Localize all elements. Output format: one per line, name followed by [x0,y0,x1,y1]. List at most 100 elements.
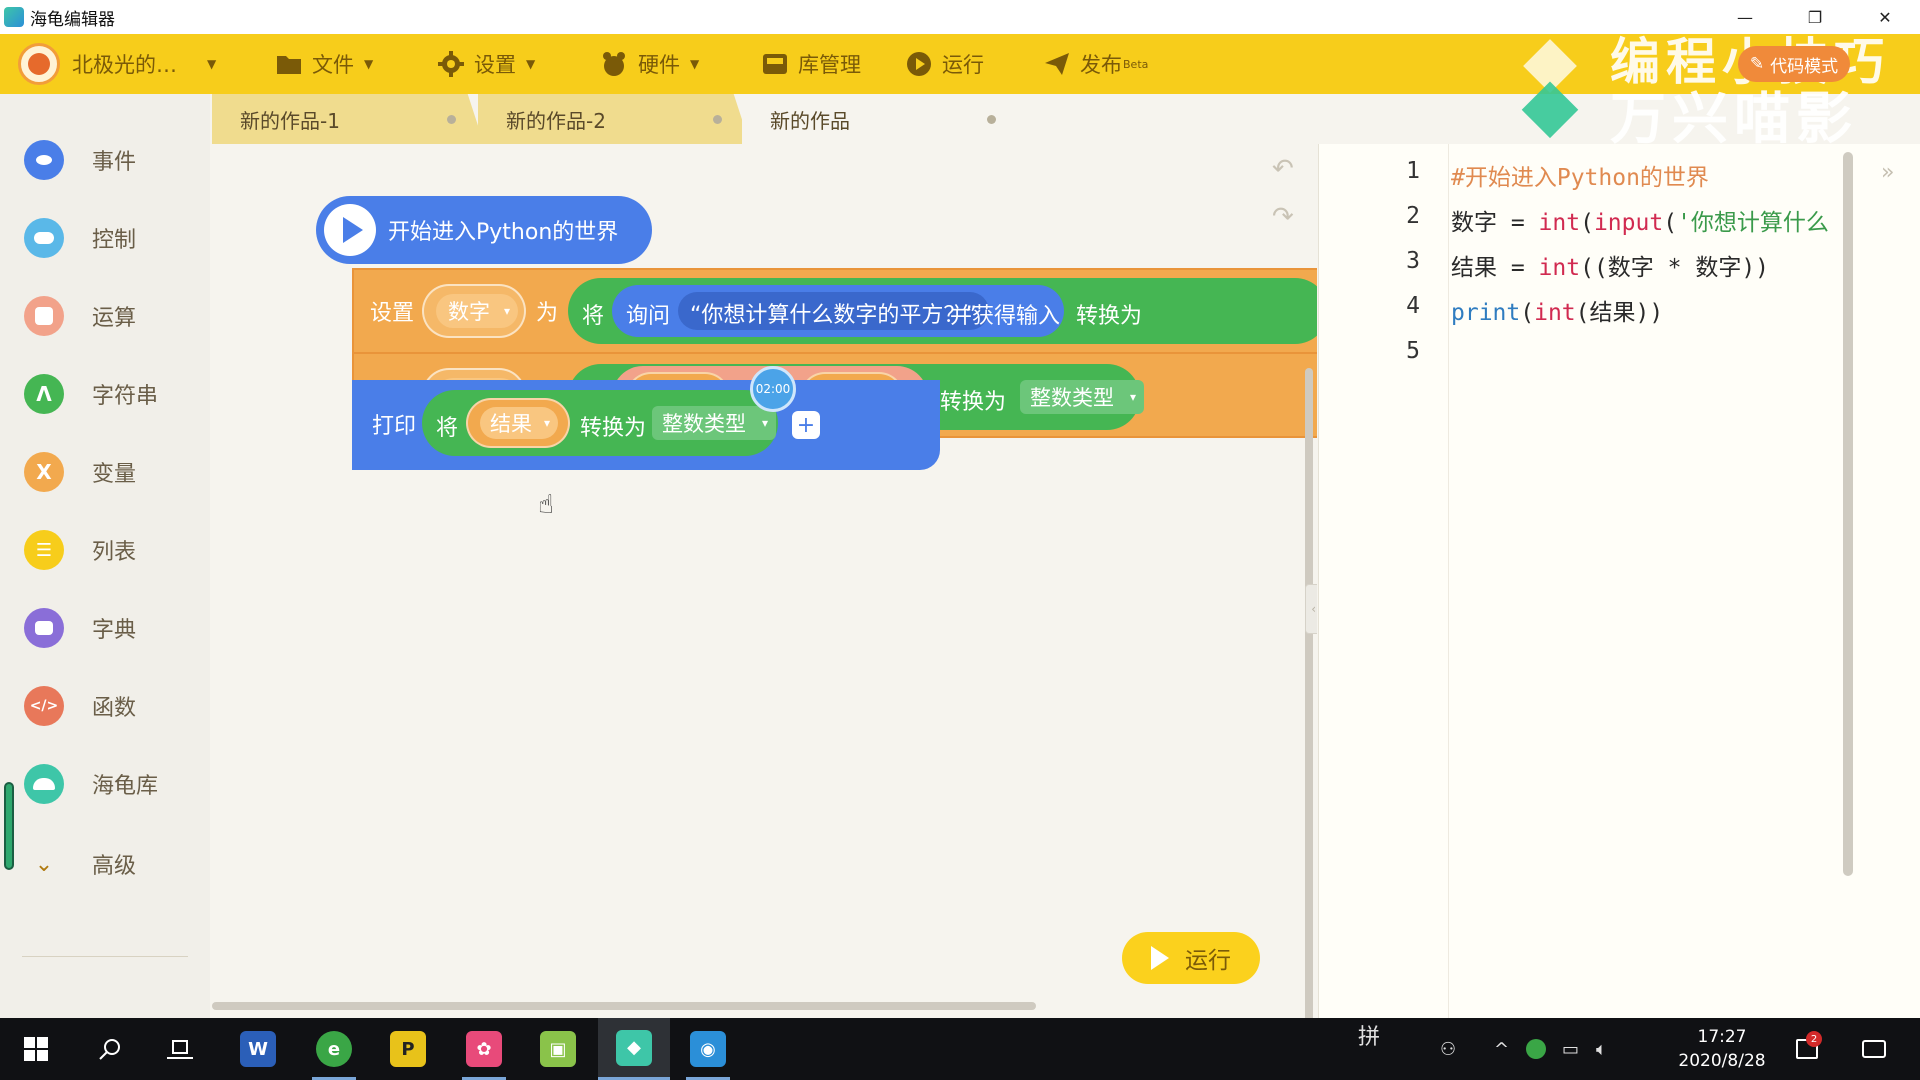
variable-reporter[interactable]: 结果 [466,398,570,448]
taskbar-app-recorder[interactable]: ◉ [672,1018,744,1080]
sidebar-item-dictionary[interactable]: 字典 [0,598,210,658]
start-button[interactable] [14,1018,58,1080]
settings-menu-label: 设置 [474,53,516,77]
app-logo-icon [4,7,24,27]
play-icon [324,204,376,256]
run-menu-button[interactable]: 运行 [906,34,984,94]
window-controls: — ❐ ✕ [1710,0,1920,34]
tab-current-project[interactable]: 新的作品 [742,94,1038,144]
block-workspace[interactable]: ↶ ↷ 开始进入Python的世界 设置 数字 为 将 询问 “你想计算什么数字… [212,144,1317,1018]
minimize-button[interactable]: — [1710,0,1780,34]
window-title: 海龟编辑器 [30,9,115,30]
restore-button[interactable]: ❐ [1780,0,1850,34]
variable-dropdown[interactable]: 数字 [422,284,526,338]
sidebar-divider [22,956,188,957]
taskbar-app-folder[interactable]: ▣ [522,1018,594,1080]
paper-plane-icon [1044,52,1070,76]
battery-icon[interactable]: ▭ [1562,1018,1579,1080]
print-block[interactable]: 打印 将 结果 转换为 整数类型 + [352,380,940,470]
sidebar-item-advanced[interactable]: ⌄ 高级 [0,834,210,894]
code-vertical-scrollbar[interactable] [1843,152,1853,876]
line-number: 3 [1406,248,1420,274]
expand-panel-icon[interactable]: » [1881,160,1894,185]
windows-icon [24,1037,48,1061]
code-line-1[interactable]: #开始进入Python的世界 [1451,158,1709,192]
sidebar-item-variables[interactable]: X 变量 [0,442,210,502]
app-p-icon: P [390,1031,426,1067]
taskbar-app-turtle-editor[interactable]: ◆ [598,1018,670,1080]
sidebar-item-events[interactable]: 事件 [0,130,210,190]
folder-app-icon: ▣ [540,1031,576,1067]
workspace-horizontal-scrollbar[interactable] [212,1002,1036,1010]
workspace-vertical-scrollbar[interactable] [1305,368,1313,1018]
code-line-2[interactable]: 数字 = int(input('你想计算什么 [1451,203,1841,237]
library-manager-button[interactable]: 库管理 [762,34,861,94]
type-dropdown[interactable]: 整数类型 [1020,380,1144,414]
line-number: 1 [1406,158,1420,184]
convert-block[interactable]: 将 询问 “你想计算什么数字的平方？” 并获得输入 转换为 [568,278,1317,344]
convert-block[interactable]: 将 结果 转换为 整数类型 [422,390,778,456]
taskbar-app-photos[interactable]: ✿ [448,1018,520,1080]
undo-icon[interactable]: ↶ [1272,154,1294,184]
settings-menu[interactable]: 设置 ▼ [438,34,535,94]
sidebar-item-operators[interactable]: 运算 [0,286,210,346]
close-button[interactable]: ✕ [1850,0,1920,34]
panel-resize-handle[interactable]: ‹› [1305,584,1317,634]
sidebar-item-label: 运算 [92,306,137,331]
type-dropdown[interactable]: 整数类型 [652,406,776,440]
hardware-menu-label: 硬件 [638,53,680,77]
code-token: ((数字 * 数字)) [1580,255,1770,281]
sidebar-item-control[interactable]: 控制 [0,208,210,268]
convert-keyword: 转换为 [1076,304,1143,329]
code-token: = [1497,210,1539,236]
tray-chevron-up-icon[interactable]: ^ [1494,1018,1509,1080]
run-button[interactable]: 运行 [1122,932,1260,984]
publish-button[interactable]: 发布 Beta [1044,34,1148,94]
sidebar-item-lists[interactable]: ☰ 列表 [0,520,210,580]
get-input-keyword: 并获得输入 [950,304,1061,329]
prompt-string[interactable]: “你想计算什么数字的平方？” [678,292,989,330]
tab-project-2[interactable]: 新的作品-2 [478,94,750,144]
clock-time: 17:27 [1697,1027,1747,1047]
taskbar-app-p[interactable]: P [372,1018,444,1080]
chat-icon[interactable] [1862,1018,1886,1080]
tab-project-1[interactable]: 新的作品-1 [212,94,484,144]
people-icon[interactable]: ⚇ [1440,1018,1456,1080]
sidebar-item-turtle-library[interactable]: 海龟库 [0,754,210,814]
clock-date: 2020/8/28 [1678,1051,1766,1071]
tray-app-icon[interactable] [1526,1018,1546,1080]
redo-icon[interactable]: ↷ [1272,202,1294,232]
ask-input-block[interactable]: 询问 “你想计算什么数字的平方？” 并获得输入 [612,285,1064,337]
hardware-menu[interactable]: 硬件 ▼ [600,34,699,94]
taskbar-app-word[interactable]: W [222,1018,294,1080]
code-line-3[interactable]: 结果 = int((数字 * 数字)) [1451,248,1769,282]
start-hat-block[interactable]: 开始进入Python的世界 [316,196,652,264]
word-icon: W [240,1031,276,1067]
search-button[interactable] [88,1018,132,1080]
user-menu[interactable]: 北极光的… ▼ [18,34,216,94]
sidebar-scroll-handle[interactable] [4,782,14,870]
sidebar-item-strings[interactable]: Λ 字符串 [0,364,210,424]
action-center-button[interactable]: 2 [1796,1018,1822,1080]
play-circle-icon [906,51,932,77]
system-clock[interactable]: 17:27 2020/8/28 [1652,1018,1792,1080]
gear-icon [438,51,464,77]
ime-indicator[interactable]: 拼 [1358,1004,1380,1066]
set-variable-block[interactable]: 设置 数字 为 将 询问 “你想计算什么数字的平方？” 并获得输入 转换为 [352,268,1317,354]
code-mode-button[interactable]: ✎ 代码模式 [1738,46,1850,82]
sidebar-item-label: 字典 [92,618,137,643]
task-view-button[interactable] [158,1018,202,1080]
sidebar-item-functions[interactable]: </> 函数 [0,676,210,736]
sidebar-item-label: 函数 [92,696,137,721]
variable-name: 结果 [480,407,558,439]
line-number: 2 [1406,203,1420,229]
taskbar-app-browser[interactable]: e [298,1018,370,1080]
list-icon: ☰ [24,530,64,570]
file-menu[interactable]: 文件 ▼ [276,34,373,94]
code-token: int [1538,255,1581,281]
code-token: (结果)) [1575,300,1664,326]
event-icon [24,140,64,180]
code-line-4[interactable]: print(int(结果)) [1451,293,1663,327]
add-argument-button[interactable]: + [792,411,820,439]
volume-icon[interactable]: 🔈︎ [1596,1018,1607,1080]
